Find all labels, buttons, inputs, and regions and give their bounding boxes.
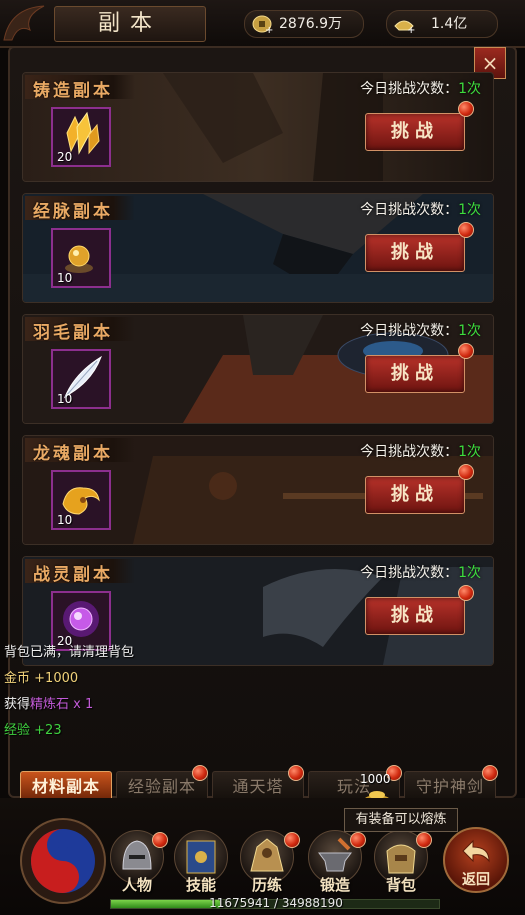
notification-dot <box>288 765 304 781</box>
item-quantity: 20 <box>57 150 73 164</box>
smelt-tooltip: 有装备可以熔炼 <box>344 808 458 832</box>
challenge-count: 今日挑战次数：1次 <box>360 562 481 582</box>
reward-item-slot[interactable]: 10 <box>51 349 111 409</box>
gold-amount: 2876.9万 <box>279 16 342 32</box>
challenge-count: 今日挑战次数：1次 <box>360 441 481 461</box>
notification-dot <box>284 832 300 848</box>
return-arrow-icon <box>462 839 490 863</box>
count-value: 1次 <box>458 202 481 218</box>
gold-coin-icon: + <box>252 15 273 34</box>
challenge-button[interactable]: 挑战 <box>365 597 465 635</box>
item-quantity: 10 <box>57 513 73 527</box>
dungeon-card-meridian: 经脉副本 今日挑战次数：1次 10 挑战 <box>22 193 494 303</box>
count-label: 今日挑战次数： <box>360 323 459 339</box>
svg-text:+: + <box>407 25 415 34</box>
tab-material-dungeon[interactable]: 材料副本 <box>20 771 112 801</box>
dragon-ornament-icon <box>3 5 45 41</box>
challenge-button[interactable]: 挑战 <box>365 476 465 514</box>
dungeon-card-forging: 铸造副本 今日挑战次数：1次 20 挑战 <box>22 72 494 182</box>
gold-ingot-icon: + <box>394 20 415 34</box>
count-value: 1次 <box>458 323 481 339</box>
challenge-count: 今日挑战次数：1次 <box>360 78 481 98</box>
notification-dot <box>458 464 474 480</box>
nav-forging[interactable]: 锻造 <box>306 830 366 896</box>
notification-dot <box>152 832 168 848</box>
log-exp-amount: +23 <box>34 723 62 738</box>
log-gold-label: 金币 <box>4 671 31 686</box>
notification-dot <box>350 832 366 848</box>
notification-dot <box>482 765 498 781</box>
notification-dot <box>192 765 208 781</box>
log-bag-full: 背包已满，请清理背包 <box>4 645 135 660</box>
challenge-count: 今日挑战次数：1次 <box>360 199 481 219</box>
notification-dot <box>416 832 432 848</box>
log-obtain: 获得精炼石 x 1 <box>4 693 93 712</box>
nav-label: 锻造 <box>319 876 350 894</box>
svg-text:+: + <box>265 25 273 34</box>
dungeon-card-dragon-soul: 龙魂副本 今日挑战次数：1次 10 挑战 <box>22 435 494 545</box>
log-exp-label: 经验 <box>4 723 31 738</box>
nav-training[interactable]: 历练 <box>238 830 300 896</box>
dungeon-name: 经脉副本 <box>33 202 113 222</box>
item-quantity: 10 <box>57 392 73 406</box>
gold-counter[interactable]: + 2876.9万 <box>244 10 364 38</box>
challenge-button[interactable]: 挑战 <box>365 234 465 272</box>
top-bar: 副本 + 2876.9万 + 1.4亿 <box>0 0 525 48</box>
nav-bag[interactable]: 背包 <box>372 830 432 896</box>
notification-dot <box>458 343 474 359</box>
count-label: 今日挑战次数： <box>360 444 459 460</box>
ingot-amount: 1.4亿 <box>431 16 468 32</box>
floating-reward-amount: 1000 <box>360 772 391 786</box>
notification-dot <box>458 585 474 601</box>
reward-item-slot[interactable]: 10 <box>51 470 111 530</box>
nav-label: 背包 <box>385 876 416 894</box>
log-exp: 经验 +23 <box>4 719 62 738</box>
nav-label: 人物 <box>121 876 152 894</box>
nav-skills[interactable]: 技能 <box>172 830 230 896</box>
nav-label: 技能 <box>185 876 216 894</box>
count-label: 今日挑战次数： <box>360 565 459 581</box>
count-label: 今日挑战次数： <box>360 81 459 97</box>
log-obtain-item: 精炼石 x 1 <box>30 697 94 712</box>
dungeon-name: 龙魂副本 <box>33 444 113 464</box>
notification-dot <box>458 101 474 117</box>
reward-item-slot[interactable]: 20 <box>51 107 111 167</box>
exp-bar: 11675941 / 34988190 <box>110 896 440 910</box>
nav-label: 历练 <box>251 876 282 894</box>
count-value: 1次 <box>458 565 481 581</box>
item-quantity: 10 <box>57 271 73 285</box>
dungeon-card-feather: 羽毛副本 今日挑战次数：1次 10 挑战 <box>22 314 494 424</box>
dungeon-name: 铸造副本 <box>33 81 113 101</box>
dungeon-name: 羽毛副本 <box>33 323 113 343</box>
taiji-emblem-icon[interactable] <box>20 818 106 904</box>
log-gold-amount: +1000 <box>34 671 79 686</box>
count-label: 今日挑战次数： <box>360 202 459 218</box>
exp-text: 11675941 / 34988190 <box>209 896 343 910</box>
challenge-count: 今日挑战次数：1次 <box>360 320 481 340</box>
dungeon-name: 战灵副本 <box>33 565 113 585</box>
count-value: 1次 <box>458 81 481 97</box>
count-value: 1次 <box>458 444 481 460</box>
title-plate: 副本 <box>54 6 206 42</box>
notification-dot <box>458 222 474 238</box>
log-gold: 金币 +1000 <box>4 667 78 686</box>
ingot-counter[interactable]: + 1.4亿 <box>386 10 498 38</box>
nav-character[interactable]: 人物 <box>108 830 168 896</box>
challenge-button[interactable]: 挑战 <box>365 355 465 393</box>
reward-item-slot[interactable]: 10 <box>51 228 111 288</box>
back-button[interactable]: 返回 <box>443 827 509 893</box>
log-obtain-label: 获得 <box>4 697 31 712</box>
challenge-button[interactable]: 挑战 <box>365 113 465 151</box>
page-title: 副本 <box>97 11 162 36</box>
back-label: 返回 <box>462 872 490 888</box>
